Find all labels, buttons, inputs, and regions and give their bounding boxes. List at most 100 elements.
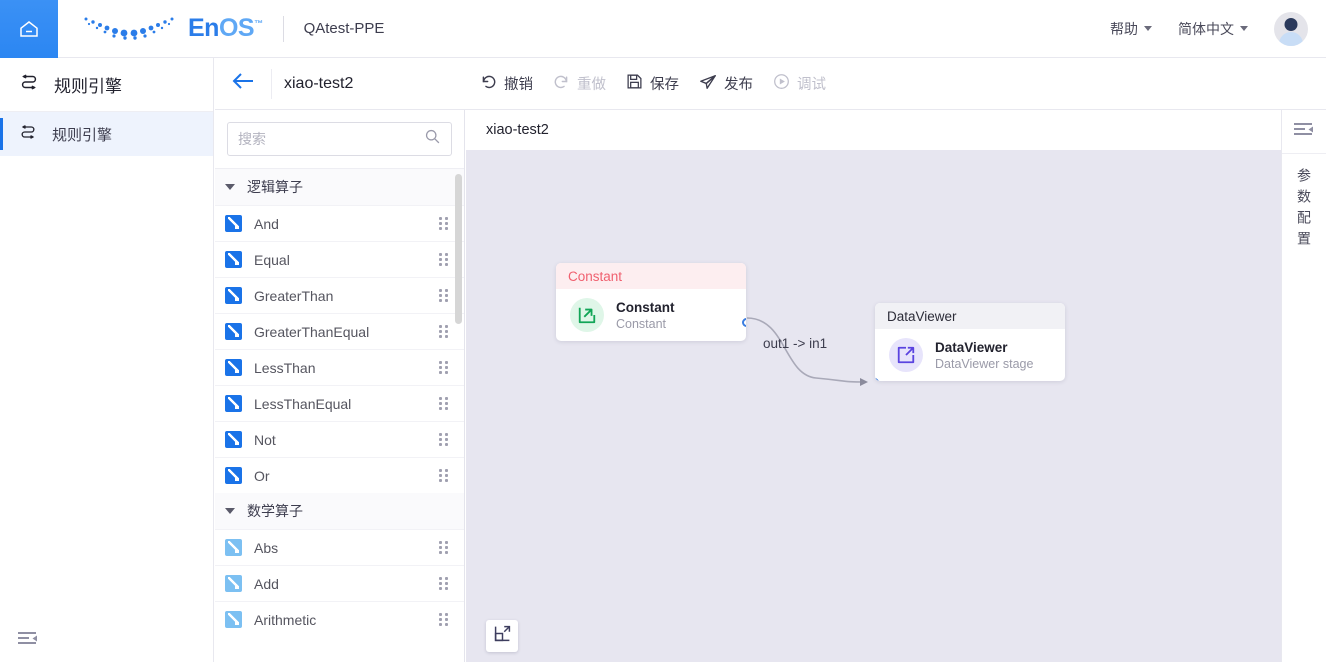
drag-handle[interactable] [439, 432, 450, 447]
drag-handle[interactable] [439, 540, 450, 555]
operator-icon [225, 251, 242, 268]
node-header-label: Constant [568, 268, 623, 284]
avatar-head [1284, 17, 1298, 31]
operator-item-greaterthanequal[interactable]: GreaterThanEqual [215, 313, 464, 349]
save-icon [626, 73, 643, 94]
operator-item-lessthan[interactable]: LessThan [215, 349, 464, 385]
drag-handle[interactable] [439, 324, 450, 339]
publish-button[interactable]: 发布 [699, 73, 753, 95]
canvas-tab-xiao-test2[interactable]: xiao-test2 [466, 110, 1281, 150]
drag-handle[interactable] [439, 288, 450, 303]
header-right-actions: 帮助 简体中文 [1110, 11, 1326, 46]
operator-label: Not [254, 431, 276, 448]
operator-label: LessThanEqual [254, 395, 352, 412]
redo-button[interactable]: 重做 [553, 73, 606, 94]
brand-en: En [188, 14, 219, 42]
collapse-right-panel-button[interactable] [1281, 122, 1326, 154]
chevron-down-icon [225, 508, 235, 514]
save-label: 保存 [650, 77, 679, 93]
drag-handle[interactable] [439, 216, 450, 231]
operator-label: Abs [254, 539, 279, 556]
search-icon[interactable] [424, 128, 441, 150]
node-header-label: DataViewer [887, 308, 957, 324]
operator-item-greaterthan[interactable]: GreaterThan [215, 277, 464, 313]
publish-label: 发布 [724, 77, 753, 93]
drag-handle[interactable] [439, 468, 450, 483]
node-title: Constant [616, 299, 675, 315]
operator-item-arithmetic[interactable]: Arithmetic [215, 601, 464, 637]
operator-item-add[interactable]: Add [215, 565, 464, 601]
operator-label: Equal [254, 251, 290, 268]
node-body: Constant Constant [556, 289, 746, 341]
drag-handle[interactable] [439, 612, 450, 627]
brand-area: EnOS™ QAtest-PPE [58, 0, 384, 58]
back-button[interactable] [215, 58, 271, 110]
node-dataviewer[interactable]: DataViewer DataViewer DataViewer stage [875, 303, 1065, 381]
operator-panel: 逻辑算子 And Equal GreaterThan GreaterThanEq… [215, 110, 465, 662]
node-constant[interactable]: Constant Constant Constant [556, 263, 746, 341]
operator-icon [225, 467, 242, 484]
help-menu[interactable]: 帮助 [1110, 19, 1152, 39]
operator-group-logic[interactable]: 逻辑算子 [215, 169, 464, 205]
avatar[interactable] [1274, 11, 1308, 46]
drag-handle[interactable] [439, 252, 450, 267]
edge-label: out1 -> in1 [763, 336, 828, 351]
undo-icon [480, 73, 497, 94]
enos-swoosh-logo-icon [80, 12, 184, 46]
right-panel-label[interactable]: 参数配置 [1294, 168, 1314, 252]
search-box[interactable] [227, 122, 452, 156]
drag-handle[interactable] [439, 576, 450, 591]
save-button[interactable]: 保存 [626, 73, 679, 94]
operator-item-abs[interactable]: Abs [215, 529, 464, 565]
operator-item-and[interactable]: And [215, 205, 464, 241]
editor-toolbar: xiao-test2 撤销 重做 保存 发布 调试 [215, 58, 1326, 110]
operator-label: Add [254, 575, 279, 592]
operator-label: LessThan [254, 359, 316, 376]
debug-button[interactable]: 调试 [773, 73, 826, 94]
operator-label: Arithmetic [254, 611, 317, 628]
node-body: DataViewer DataViewer stage [875, 329, 1065, 381]
operator-group-label: 数学算子 [247, 503, 303, 519]
drag-handle[interactable] [439, 360, 450, 375]
canvas-tab-label: xiao-test2 [486, 122, 549, 138]
node-subtitle: DataViewer stage [935, 356, 1034, 371]
drag-handle[interactable] [439, 396, 450, 411]
fit-to-screen-button[interactable] [486, 620, 518, 652]
language-label: 简体中文 [1178, 20, 1234, 37]
operator-item-lessthanequal[interactable]: LessThanEqual [215, 385, 464, 421]
operator-item-not[interactable]: Not [215, 421, 464, 457]
operator-list-scrollbar[interactable] [455, 174, 462, 324]
search-input[interactable] [238, 131, 424, 147]
output-port-out1[interactable] [742, 318, 746, 327]
sidebar-item-label: 规则引擎 [52, 126, 113, 144]
canvas-surface[interactable]: Constant Constant Constant DataViewer Da… [466, 150, 1281, 662]
operator-icon [225, 215, 242, 232]
collapse-sidebar-icon [18, 632, 38, 651]
canvas-area: xiao-test2 Constant Constant Constant Da… [466, 110, 1281, 662]
operator-item-equal[interactable]: Equal [215, 241, 464, 277]
nav-section-title-label: 规则引擎 [54, 77, 122, 96]
operator-label: Or [254, 467, 270, 484]
home-button[interactable] [0, 0, 58, 58]
operator-icon [225, 359, 242, 376]
operator-icon [225, 323, 242, 340]
operator-group-math[interactable]: 数学算子 [215, 493, 464, 529]
debug-icon [773, 73, 790, 94]
operator-list[interactable]: 逻辑算子 And Equal GreaterThan GreaterThanEq… [215, 168, 464, 662]
language-menu[interactable]: 简体中文 [1178, 19, 1248, 39]
node-texts: Constant Constant [616, 300, 675, 331]
undo-label: 撤销 [504, 77, 533, 93]
sidebar-item-rule-engine[interactable]: 规则引擎 [0, 112, 213, 156]
node-subtitle: Constant [616, 316, 667, 331]
undo-button[interactable]: 撤销 [480, 73, 533, 94]
rule-engine-icon [18, 71, 40, 98]
search-row [215, 110, 464, 168]
nav-section-title: 规则引擎 [0, 58, 213, 112]
operator-label: GreaterThanEqual [254, 323, 370, 340]
publish-icon [699, 73, 717, 95]
operator-item-or[interactable]: Or [215, 457, 464, 493]
collapse-sidebar-button[interactable] [18, 631, 38, 652]
operator-label: And [254, 215, 279, 232]
canvas-tabbar: xiao-test2 [466, 110, 1281, 150]
constant-import-icon [570, 298, 604, 332]
